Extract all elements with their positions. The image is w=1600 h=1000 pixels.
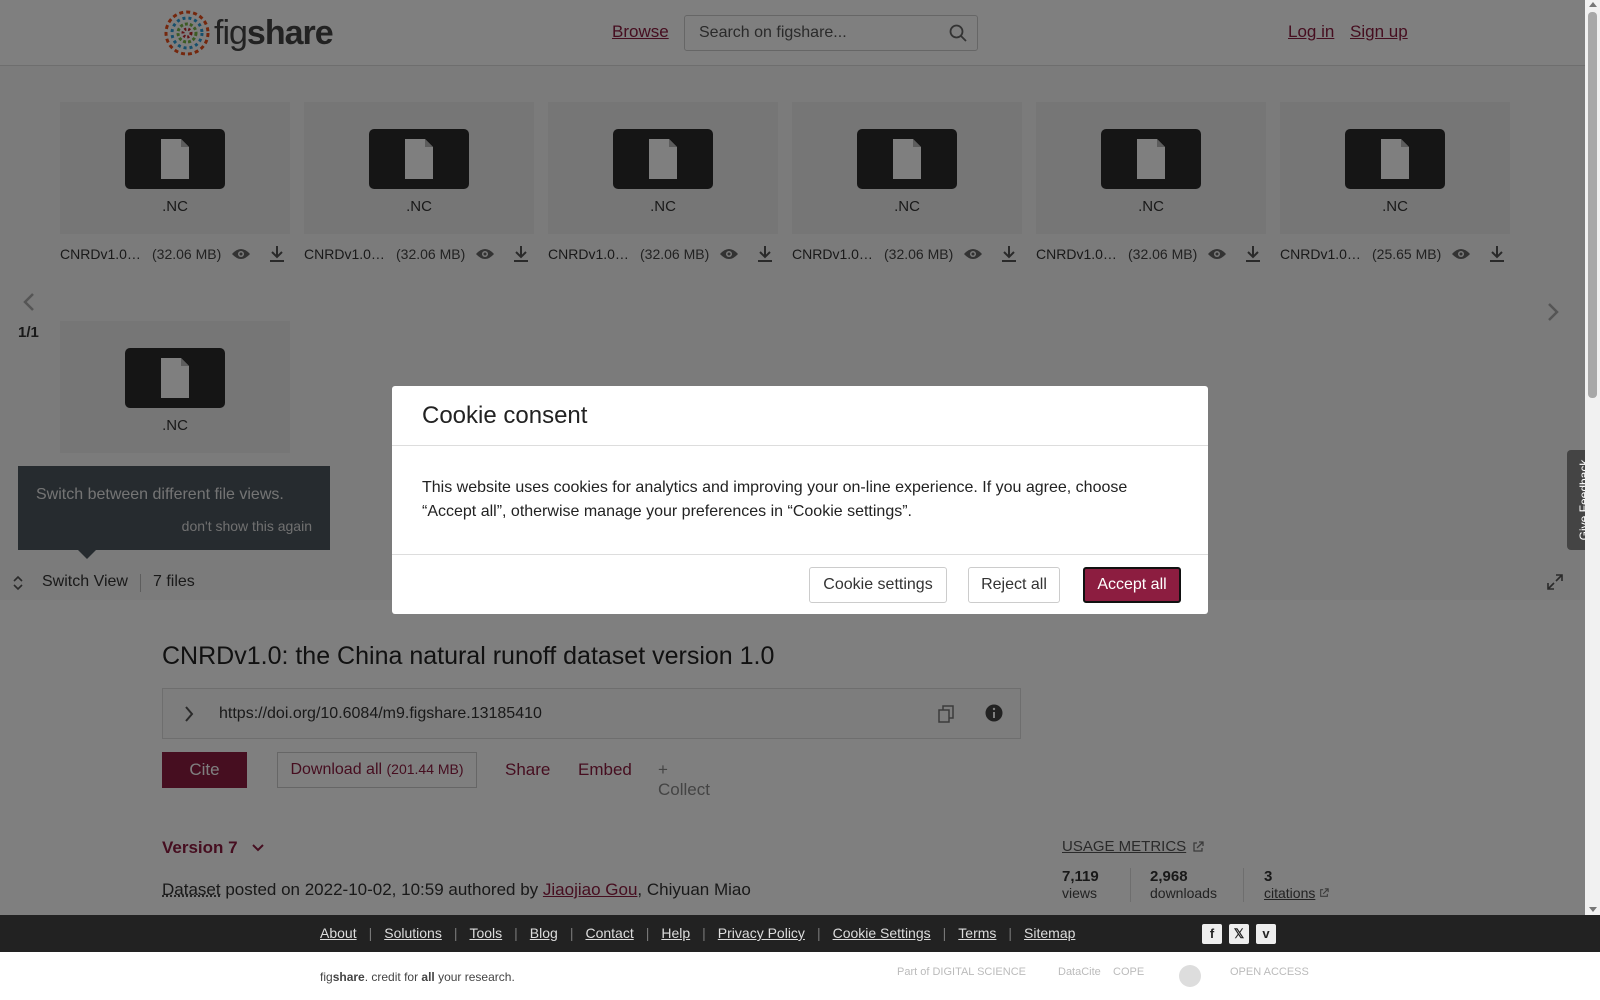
footer-tagline: figshare. credit for all your research. [320,970,515,984]
globe-logo-icon[interactable] [1178,964,1202,988]
footer-bottom: figshare. credit for all your research. … [0,952,1600,1000]
x-icon[interactable]: 𝕏 [1229,924,1249,944]
dialog-title: Cookie consent [422,402,588,429]
footer-link-tools[interactable]: Tools [469,925,502,941]
divider: | [645,925,650,941]
footer-link-sitemap[interactable]: Sitemap [1024,925,1075,941]
scroll-thumb[interactable] [1588,12,1597,398]
divider: | [1008,925,1013,941]
divider: | [702,925,706,941]
footer-link-contact[interactable]: Contact [585,925,633,941]
divider: | [514,925,518,941]
accept-all-button[interactable]: Accept all [1083,567,1181,603]
digital-science-logo[interactable]: Part of DIGITAL SCIENCE [897,966,1026,978]
footer-link-terms[interactable]: Terms [958,925,996,941]
footer-link-cookie-settings[interactable]: Cookie Settings [833,925,931,941]
footer-link-help[interactable]: Help [661,925,690,941]
vimeo-icon[interactable]: v [1256,924,1276,944]
footer-link-privacy[interactable]: Privacy Policy [718,925,805,941]
open-access-logo[interactable]: OPEN ACCESS [1230,966,1309,978]
scroll-down-arrow-icon[interactable] [1589,907,1597,912]
divider: | [368,925,373,941]
divider [392,445,1208,446]
divider: | [816,925,821,941]
datacite-logo[interactable]: DataCite [1058,966,1101,978]
footer-nav: About | Solutions | Tools | Blog | Contact | … [0,915,1600,952]
divider: | [569,925,574,941]
divider: | [453,925,458,941]
dialog-body: This website uses cookies for analytics … [422,479,1128,520]
scrollbar[interactable] [1585,0,1600,915]
footer-link-blog[interactable]: Blog [530,925,558,941]
reject-all-button[interactable]: Reject all [968,567,1060,603]
scroll-up-arrow-icon[interactable] [1589,2,1597,7]
divider: | [942,925,947,941]
cope-logo[interactable]: COPE [1113,966,1144,978]
footer-link-about[interactable]: About [320,925,357,941]
facebook-icon[interactable]: f [1202,924,1222,944]
footer-link-solutions[interactable]: Solutions [384,925,442,941]
divider [392,554,1208,555]
cookie-consent-dialog: Cookie consent This website uses cookies… [392,386,1208,614]
cookie-settings-button[interactable]: Cookie settings [809,567,947,603]
page: figshare Browse Log in Sign up .NC CNRDv… [0,0,1585,915]
footer-links: About | Solutions | Tools | Blog | Contact | … [320,925,1075,941]
